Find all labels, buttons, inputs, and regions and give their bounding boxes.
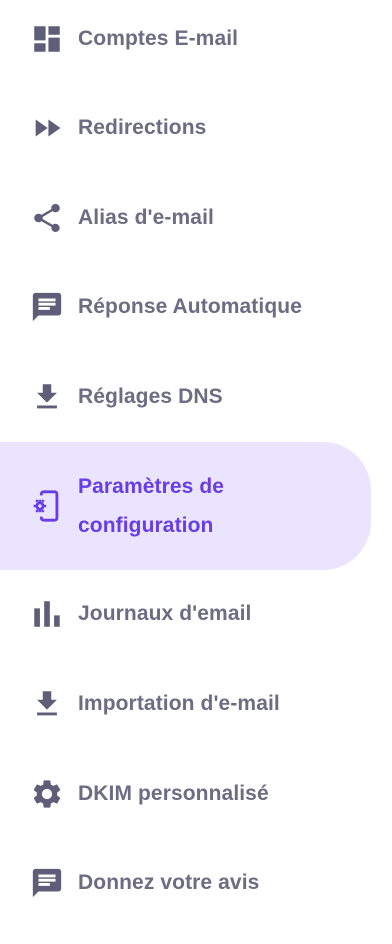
- sidebar-item-label: Journaux d'email: [78, 602, 252, 625]
- download-icon: [30, 687, 64, 721]
- share-icon: [30, 201, 64, 235]
- sidebar-item-dns-settings[interactable]: Réglages DNS: [0, 377, 371, 417]
- fast-forward-icon: [30, 111, 64, 145]
- sidebar-item-label: Réponse Automatique: [78, 295, 302, 318]
- download-icon: [30, 380, 64, 414]
- chat-icon: [30, 866, 64, 900]
- sidebar-item-label: Importation d'e-mail: [78, 692, 280, 715]
- sidebar-item-redirections[interactable]: Redirections: [0, 108, 371, 148]
- sidebar-item-email-accounts[interactable]: Comptes E-mail: [0, 19, 371, 59]
- sidebar-item-label: Donnez votre avis: [78, 871, 260, 894]
- sidebar-item-custom-dkim[interactable]: DKIM personnalisé: [0, 774, 371, 814]
- sidebar-item-feedback[interactable]: Donnez votre avis: [0, 863, 371, 903]
- sidebar-item-label: Réglages DNS: [78, 385, 223, 408]
- sidebar-item-email-alias[interactable]: Alias d'e-mail: [0, 198, 371, 238]
- sidebar-item-auto-reply[interactable]: Réponse Automatique: [0, 287, 371, 327]
- chat-icon: [30, 290, 64, 324]
- sidebar-item-label: Paramètres de configuration: [78, 475, 225, 537]
- dashboard-icon: [30, 22, 64, 56]
- sidebar-nav: Comptes E-mail Redirections Alias d'e-ma…: [0, 0, 392, 944]
- sidebar-item-label: Comptes E-mail: [78, 27, 239, 50]
- sidebar-item-email-logs[interactable]: Journaux d'email: [0, 594, 371, 634]
- bar-chart-icon: [30, 597, 64, 631]
- gear-icon: [30, 777, 64, 811]
- sidebar-item-configuration-settings[interactable]: Paramètres de configuration: [0, 442, 371, 570]
- sidebar-item-email-import[interactable]: Importation d'e-mail: [0, 684, 371, 724]
- sidebar-item-label: DKIM personnalisé: [78, 782, 269, 805]
- phone-settings-icon: [30, 489, 64, 523]
- sidebar-item-label: Alias d'e-mail: [78, 206, 214, 229]
- sidebar-item-label: Redirections: [78, 116, 207, 139]
